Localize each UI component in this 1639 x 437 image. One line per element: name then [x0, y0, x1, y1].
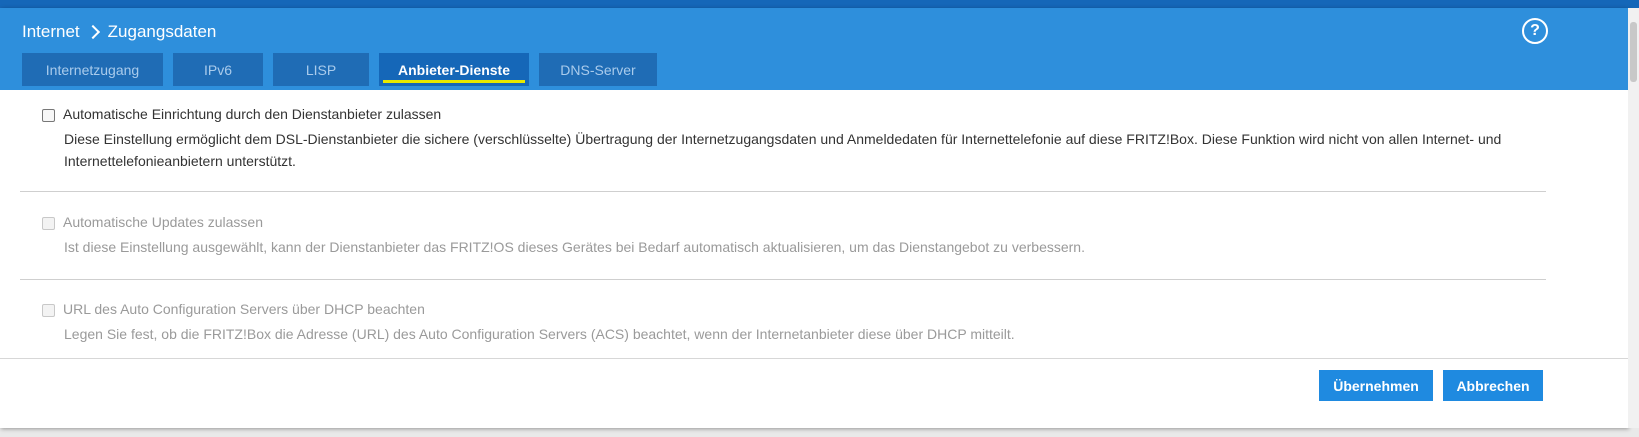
active-tab-indicator: [383, 80, 525, 83]
scrollbar-thumb[interactable]: [1630, 22, 1637, 82]
scrollbar[interactable]: [1628, 8, 1639, 428]
footer-divider: [0, 358, 1628, 359]
help-icon[interactable]: ?: [1522, 18, 1548, 44]
tab-lisp[interactable]: LISP: [273, 53, 369, 86]
auto-updates-description: Ist diese Einstellung ausgewählt, kann d…: [64, 239, 1085, 255]
top-strip: [0, 0, 1639, 8]
breadcrumb-current: Zugangsdaten: [107, 22, 217, 41]
breadcrumb: Internet Zugangsdaten: [22, 22, 216, 42]
auto-setup-checkbox[interactable]: [42, 109, 55, 122]
divider: [20, 191, 1546, 192]
tab-bar: Internetzugang IPv6 LISP Anbieter-Dienst…: [22, 53, 657, 86]
acs-dhcp-checkbox: [42, 304, 55, 317]
auto-updates-checkbox: [42, 217, 55, 230]
breadcrumb-internet[interactable]: Internet: [22, 22, 80, 42]
apply-button[interactable]: Übernehmen: [1319, 370, 1433, 401]
acs-dhcp-description: Legen Sie fest, ob die FRITZ!Box die Adr…: [64, 326, 1015, 342]
cancel-button[interactable]: Abbrechen: [1443, 370, 1543, 401]
auto-setup-label[interactable]: Automatische Einrichtung durch den Diens…: [63, 106, 441, 122]
tab-internetzugang[interactable]: Internetzugang: [22, 53, 163, 86]
option-auto-setup: Automatische Einrichtung durch den Diens…: [20, 106, 1546, 172]
auto-setup-description: Diese Einstellung ermöglicht dem DSL-Die…: [64, 131, 1502, 169]
chevron-right-icon: [85, 24, 100, 40]
option-acs-dhcp: URL des Auto Configuration Servers über …: [20, 301, 1546, 345]
divider: [20, 279, 1546, 280]
auto-updates-label: Automatische Updates zulassen: [63, 214, 263, 230]
tab-ipv6[interactable]: IPv6: [173, 53, 263, 86]
tab-dns-server[interactable]: DNS-Server: [539, 53, 657, 86]
settings-panel: Internet Zugangsdaten ? Internetzugang I…: [0, 8, 1628, 428]
option-auto-updates: Automatische Updates zulassen Ist diese …: [20, 214, 1546, 258]
acs-dhcp-label: URL des Auto Configuration Servers über …: [63, 301, 425, 317]
tab-anbieter-dienste-wrap: Anbieter-Dienste: [379, 53, 529, 86]
panel-header: Internet Zugangsdaten ? Internetzugang I…: [0, 8, 1628, 90]
